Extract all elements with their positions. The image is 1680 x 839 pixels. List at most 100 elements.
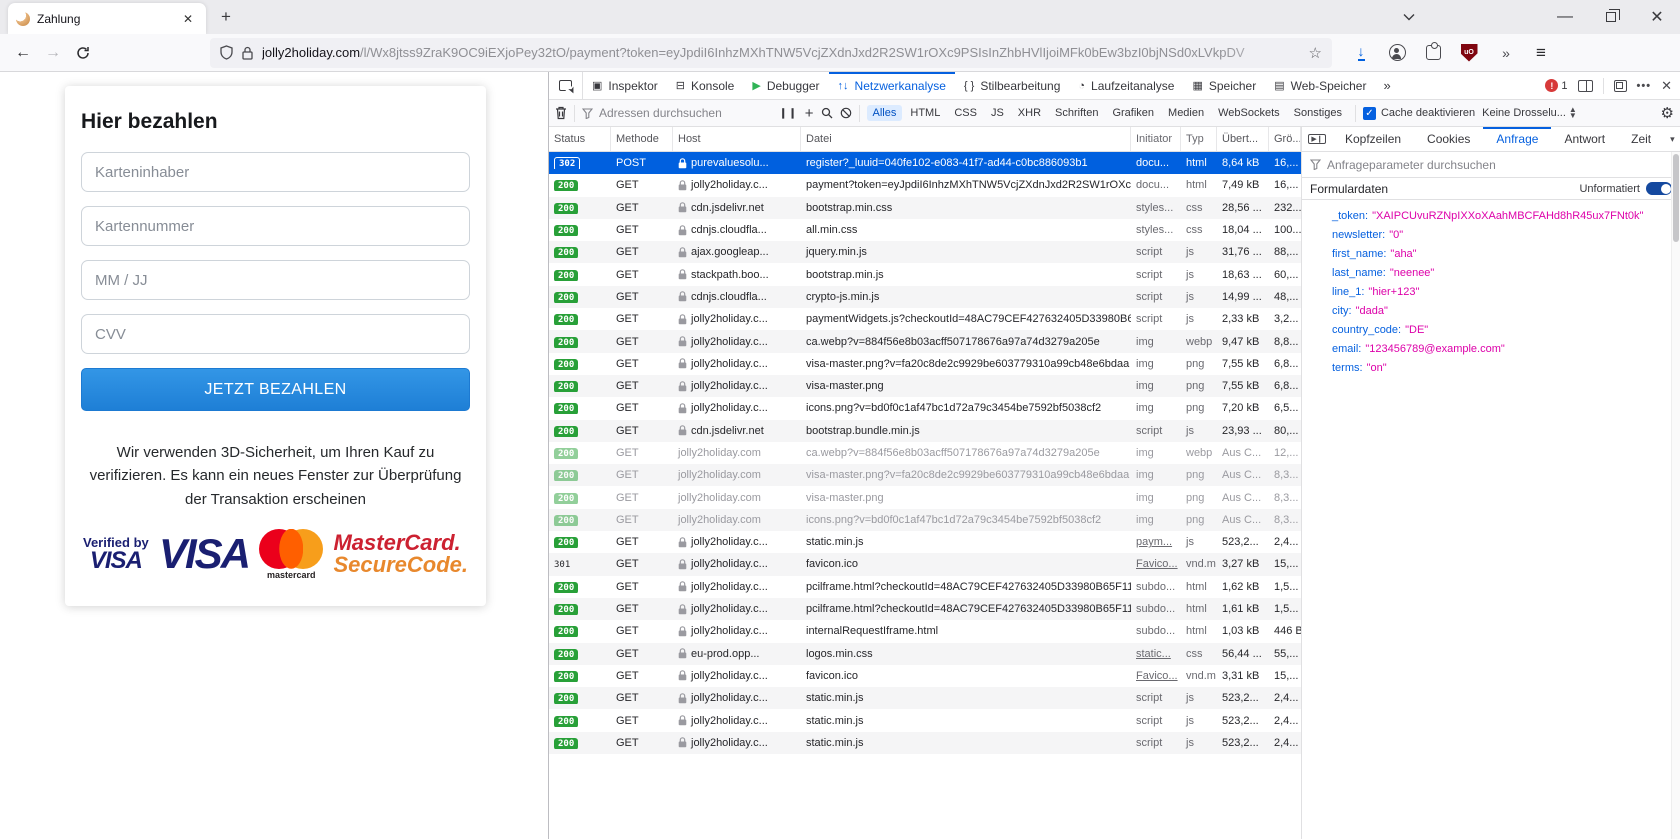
request-row[interactable]: 200 GET jolly2holiday.c... pcilframe.htm… <box>549 576 1301 598</box>
request-row[interactable]: 200 GET jolly2holiday.c... static.min.js… <box>549 732 1301 754</box>
request-row[interactable]: 200 GET jolly2holiday.c... pcilframe.htm… <box>549 598 1301 620</box>
extensions-puzzle-icon[interactable] <box>1418 39 1448 67</box>
filter-pill-xhr[interactable]: XHR <box>1012 105 1047 121</box>
pane-options-caret-icon[interactable]: ▾ <box>1664 127 1680 151</box>
column-header-1[interactable]: Methode <box>611 127 673 151</box>
pay-now-button[interactable]: JETZT BEZAHLEN <box>81 368 470 411</box>
request-row[interactable]: 200 GET jolly2holiday.c... visa-master.p… <box>549 375 1301 397</box>
tab-konsole[interactable]: ⊟Konsole <box>667 72 744 99</box>
pane-tab-zeit[interactable]: Zeit <box>1618 127 1664 151</box>
pause-recording-icon[interactable]: ❙❙ <box>779 108 798 119</box>
ublock-extension-icon[interactable]: uO <box>1454 39 1484 67</box>
column-header-6[interactable]: Übert... <box>1217 127 1269 151</box>
filter-pill-medien[interactable]: Medien <box>1162 105 1210 121</box>
request-row[interactable]: 200 GET jolly2holiday.c... paymentWidget… <box>549 308 1301 330</box>
pane-tab-antwort[interactable]: Antwort <box>1551 127 1618 151</box>
column-header-7[interactable]: Grö... <box>1269 127 1301 151</box>
pane-tab-anfrage[interactable]: Anfrage <box>1483 127 1551 151</box>
request-row[interactable]: 301 GET jolly2holiday.c... favicon.ico F… <box>549 553 1301 575</box>
column-header-5[interactable]: Typ <box>1181 127 1217 151</box>
overflow-chevrons-icon[interactable]: » <box>1490 39 1520 67</box>
request-row[interactable]: 200 GET jolly2holiday.c... ca.webp?v=884… <box>549 330 1301 352</box>
filter-pill-sonstiges[interactable]: Sonstiges <box>1288 105 1348 121</box>
column-header-0[interactable]: Status <box>549 127 611 151</box>
new-request-plus-icon[interactable]: + <box>805 105 814 122</box>
forward-button[interactable]: → <box>38 39 68 67</box>
filter-pill-grafiken[interactable]: Grafiken <box>1106 105 1160 121</box>
request-row[interactable]: 200 GET jolly2holiday.c... visa-master.p… <box>549 353 1301 375</box>
request-initiator[interactable]: static... <box>1131 648 1181 660</box>
pane-tab-cookies[interactable]: Cookies <box>1414 127 1483 151</box>
request-row[interactable]: 200 GET jolly2holiday.com visa-master.pn… <box>549 486 1301 508</box>
pane-scrollbar[interactable] <box>1671 152 1680 839</box>
filter-pill-js[interactable]: JS <box>985 105 1010 121</box>
request-row[interactable]: 200 GET jolly2holiday.c... static.min.js… <box>549 531 1301 553</box>
devtools-close-icon[interactable]: ✕ <box>1661 78 1672 94</box>
more-tabs-chevrons-icon[interactable]: » <box>1375 72 1396 99</box>
card-holder-input[interactable] <box>81 152 470 192</box>
pane-tab-kopfzeilen[interactable]: Kopfzeilen <box>1332 127 1414 151</box>
pick-element-icon[interactable] <box>549 72 583 99</box>
tab-netzwerkanalyse[interactable]: ↑↓Netzwerkanalyse <box>829 72 955 99</box>
tab-laufzeitanalyse[interactable]: ◔Laufzeitanalyse <box>1069 72 1183 99</box>
request-row[interactable]: 200 GET cdn.jsdelivr.net bootstrap.bundl… <box>549 420 1301 442</box>
filter-pill-schriften[interactable]: Schriften <box>1049 105 1104 121</box>
request-row[interactable]: 200 GET jolly2holiday.c... internalReque… <box>549 620 1301 642</box>
request-initiator[interactable]: paym... <box>1131 536 1181 548</box>
resend-request-icon[interactable]: ▶❙ <box>1302 127 1332 151</box>
request-row[interactable]: 200 GET cdnjs.cloudfla... crypto-js.min.… <box>549 286 1301 308</box>
request-row[interactable]: 200 GET ajax.googleap... jquery.min.js s… <box>549 241 1301 263</box>
reload-button[interactable] <box>68 39 98 67</box>
request-initiator[interactable]: Favico... <box>1131 670 1181 682</box>
tab-speicher[interactable]: ▦Speicher <box>1183 72 1265 99</box>
request-row[interactable]: 200 GET jolly2holiday.com icons.png?v=bd… <box>549 509 1301 531</box>
back-button[interactable]: ← <box>8 39 38 67</box>
address-filter-input[interactable]: Adressen durchsuchen <box>582 106 772 120</box>
card-cvv-input[interactable] <box>81 314 470 354</box>
close-window-button[interactable]: ✕ <box>1634 0 1680 34</box>
error-count-badge[interactable]: !1 <box>1545 79 1567 92</box>
undock-devtools-icon[interactable] <box>1614 80 1627 92</box>
tab-debugger[interactable]: ▶Debugger <box>743 72 828 99</box>
new-tab-button[interactable]: + <box>212 4 240 30</box>
raw-payload-toggle[interactable] <box>1646 182 1672 195</box>
search-requests-icon[interactable] <box>821 107 833 119</box>
tab-web-speicher[interactable]: ▤Web-Speicher <box>1265 72 1375 99</box>
request-row[interactable]: 200 GET jolly2holiday.c... static.min.js… <box>549 687 1301 709</box>
tab-close-icon[interactable]: ✕ <box>178 9 198 29</box>
url-bar[interactable]: jolly2holiday.com/l/Wx8jtss9ZraK9OC9iEXj… <box>210 38 1332 68</box>
request-row[interactable]: 200 GET eu-prod.opp... logos.min.css sta… <box>549 643 1301 665</box>
devtools-menu-icon[interactable]: ••• <box>1637 80 1652 92</box>
account-icon[interactable] <box>1382 39 1412 67</box>
request-row[interactable]: 200 GET jolly2holiday.c... payment?token… <box>549 174 1301 196</box>
filter-pill-css[interactable]: CSS <box>948 105 983 121</box>
restore-button[interactable] <box>1588 0 1634 34</box>
request-initiator[interactable]: Favico... <box>1131 558 1181 570</box>
request-row[interactable]: 200 GET stackpath.boo... bootstrap.min.j… <box>549 263 1301 285</box>
request-row[interactable]: 200 GET cdn.jsdelivr.net bootstrap.min.c… <box>549 197 1301 219</box>
filter-pill-alles[interactable]: Alles <box>867 105 903 121</box>
request-row[interactable]: 200 GET jolly2holiday.c... icons.png?v=b… <box>549 397 1301 419</box>
disable-cache-checkbox[interactable]: ✓ Cache deaktivieren <box>1363 107 1475 120</box>
request-row[interactable]: 200 GET jolly2holiday.com visa-master.pn… <box>549 464 1301 486</box>
browser-tab[interactable]: Zahlung ✕ <box>8 3 206 34</box>
tab-inspektor[interactable]: ▣Inspektor <box>583 72 667 99</box>
filter-pill-html[interactable]: HTML <box>904 105 946 121</box>
bookmark-star-icon[interactable]: ☆ <box>1309 44 1322 62</box>
request-row[interactable]: 200 GET cdnjs.cloudfla... all.min.css st… <box>549 219 1301 241</box>
split-console-icon[interactable] <box>1578 80 1593 92</box>
filter-pill-websockets[interactable]: WebSockets <box>1212 105 1286 121</box>
menu-hamburger-icon[interactable]: ≡ <box>1526 39 1556 67</box>
column-header-4[interactable]: Initiator <box>1131 127 1181 151</box>
request-row[interactable]: 302 POST purevaluesolu... register?_luui… <box>549 152 1301 174</box>
request-row[interactable]: 200 GET jolly2holiday.c... static.min.js… <box>549 709 1301 731</box>
https-lock-icon[interactable] <box>242 46 253 60</box>
downloads-icon[interactable]: ↓ <box>1346 39 1376 67</box>
card-number-input[interactable] <box>81 206 470 246</box>
clear-requests-trash-icon[interactable] <box>555 106 567 120</box>
minimize-button[interactable]: — <box>1542 0 1588 34</box>
tab-stilbearbeitung[interactable]: { }Stilbearbeitung <box>955 72 1069 99</box>
throttling-select[interactable]: Keine Drosselu... ▲▼ <box>1482 107 1577 120</box>
network-settings-gear-icon[interactable]: ⚙ <box>1661 104 1674 122</box>
request-row[interactable]: 200 GET jolly2holiday.c... favicon.ico F… <box>549 665 1301 687</box>
